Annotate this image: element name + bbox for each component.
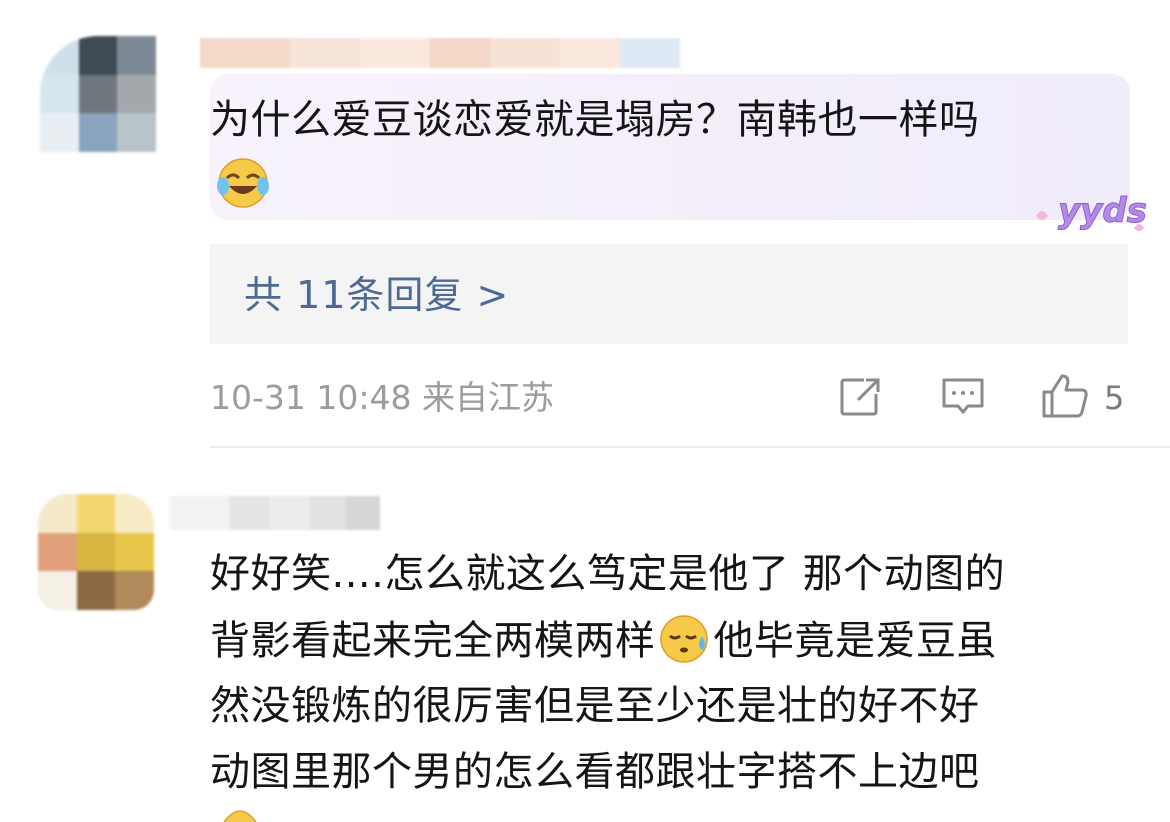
like-count: 5 (1104, 379, 1125, 417)
yyds-sticker-icon: yyds (1036, 191, 1147, 232)
comment-time: 10-31 10:48 (210, 378, 412, 417)
comment-meta: 10-31 10:48 来自江苏 (210, 374, 554, 422)
sweat-face-icon (659, 615, 708, 663)
username-blurred[interactable] (170, 496, 380, 530)
avatar[interactable] (40, 36, 156, 152)
like-icon[interactable] (1040, 370, 1090, 420)
view-replies-link[interactable]: 共 11条回复 > (244, 268, 509, 322)
avatar[interactable] (38, 494, 154, 610)
emoji-partial-icon (223, 810, 257, 822)
comment-text-line: 好好笑....怎么就这么笃定是他了 那个动图的 (210, 551, 1006, 597)
username-blurred[interactable] (200, 38, 680, 68)
comment-icon[interactable] (940, 376, 986, 418)
comment-text-line: 然没锻炼的很厉害但是至少还是壮的好不好 (210, 683, 980, 729)
comment-text-segment: 背影看起来完全两模两样 (210, 618, 656, 664)
comment-text-line: 动图里那个男的怎么看都跟壮字搭不上边吧 (210, 749, 980, 795)
divider (210, 446, 1170, 448)
svg-text:yyds: yyds (1058, 191, 1147, 231)
comment-text-line: 背影看起来完全两模两样 他毕竟是爱豆虽 (210, 612, 997, 669)
comment-location: 来自江苏 (421, 378, 554, 417)
comment-text: 为什么爱豆谈恋爱就是塌房？南韩也一样吗 (210, 97, 980, 143)
share-icon[interactable] (838, 376, 884, 418)
laughing-tears-icon (217, 158, 269, 208)
comment-text-segment: 他毕竟是爱豆虽 (713, 618, 997, 664)
